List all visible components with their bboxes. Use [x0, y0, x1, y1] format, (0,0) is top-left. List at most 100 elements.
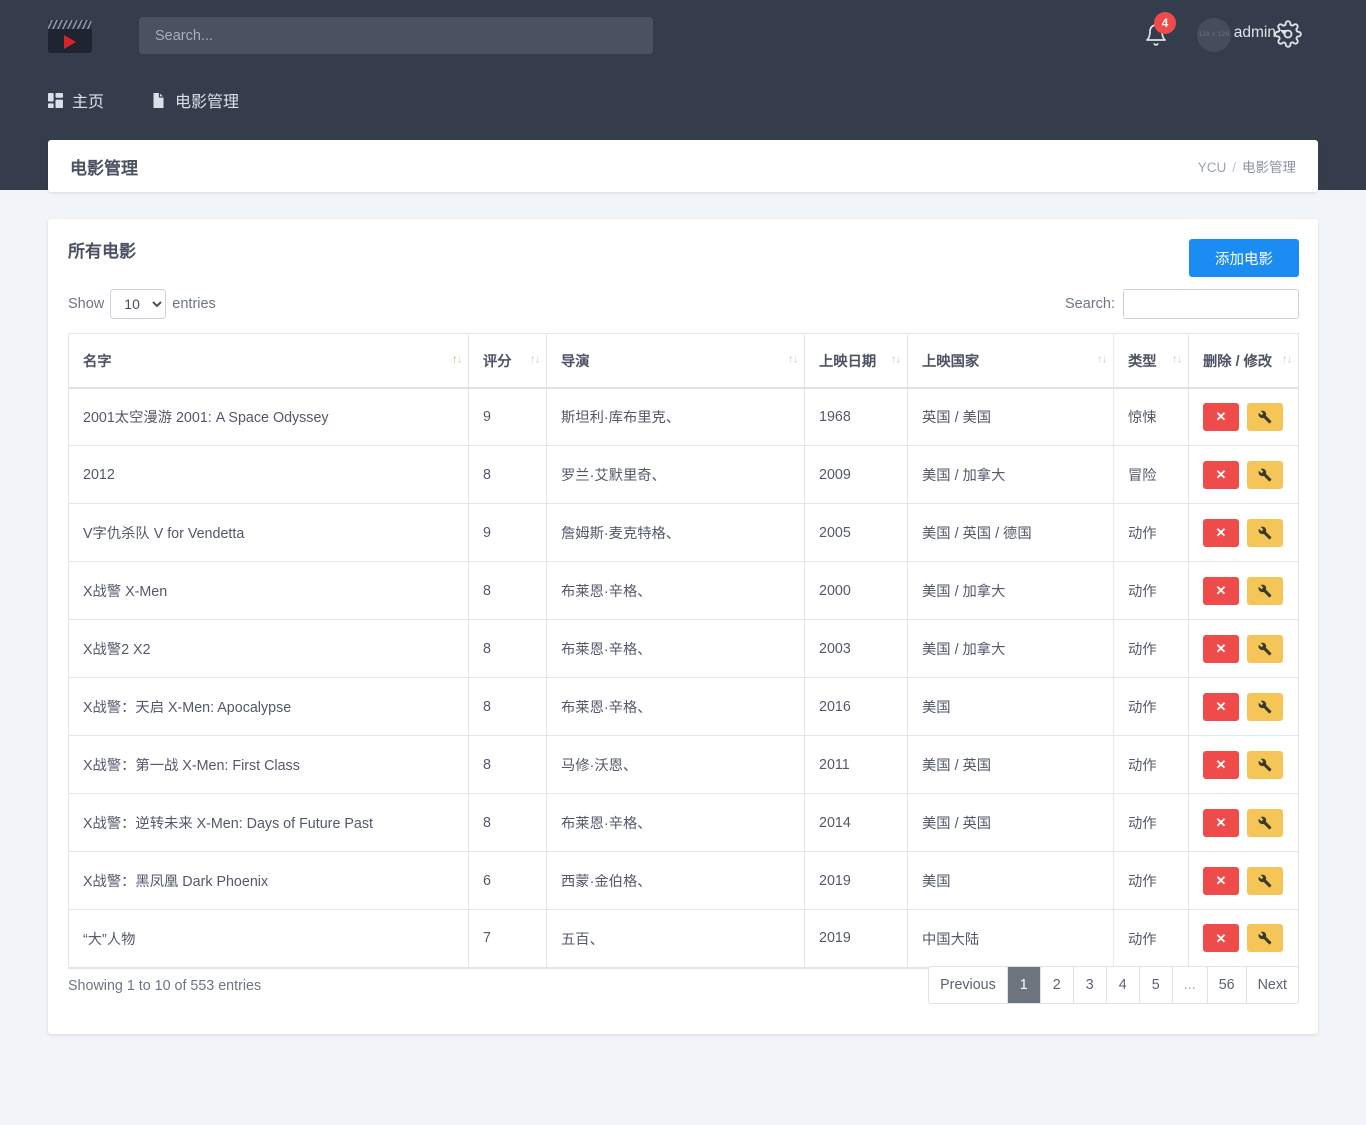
- table-header-cell-6[interactable]: 删除 / 修改 ↑↓: [1188, 333, 1299, 389]
- cell-country: 美国: [907, 677, 1114, 736]
- cell-name: X战警2 X2: [68, 619, 469, 678]
- edit-movie-button[interactable]: [1247, 518, 1283, 547]
- edit-movie-button[interactable]: [1247, 460, 1283, 489]
- nav-item-home-label: 主页: [72, 94, 105, 111]
- cell-actions: ✕: [1188, 503, 1299, 562]
- sort-arrows-icon: ↑↓: [530, 353, 540, 366]
- table-row: V字仇杀队 V for Vendetta 9 詹姆斯·麦克特格、 2005 美国 / 英…: [68, 503, 1299, 562]
- sort-arrows-icon: ↑↓: [891, 353, 901, 366]
- table-header-cell-0[interactable]: 名字 ↑↓: [68, 333, 469, 389]
- clapperboard-icon[interactable]: [48, 20, 92, 53]
- table-row: X战警 X-Men 8 布莱恩·辛格、 2000 美国 / 加拿大 动作 ✕: [68, 561, 1299, 620]
- table-header-cell-4[interactable]: 上映国家 ↑↓: [907, 333, 1114, 389]
- breadcrumb-separator: /: [1232, 160, 1236, 175]
- nav-item-home[interactable]: 主页: [48, 84, 104, 116]
- settings-button[interactable]: [1274, 20, 1304, 50]
- wrench-icon: [1258, 584, 1272, 597]
- edit-movie-button[interactable]: [1247, 866, 1283, 895]
- delete-movie-button[interactable]: ✕: [1203, 692, 1239, 721]
- pagination-page-2[interactable]: 2: [1040, 967, 1074, 1003]
- delete-movie-button[interactable]: ✕: [1203, 518, 1239, 547]
- cell-genre: 动作: [1113, 851, 1189, 910]
- add-movie-button[interactable]: 添加电影: [1189, 239, 1299, 277]
- edit-movie-button[interactable]: [1247, 576, 1283, 605]
- cell-director: 詹姆斯·麦克特格、: [546, 503, 805, 562]
- table-header-cell-5[interactable]: 类型 ↑↓: [1113, 333, 1189, 389]
- edit-movie-button[interactable]: [1247, 692, 1283, 721]
- cell-actions: ✕: [1188, 735, 1299, 794]
- cell-rating: 9: [468, 503, 547, 562]
- pagination-page-56[interactable]: 56: [1207, 967, 1247, 1003]
- pagination-page-3[interactable]: 3: [1073, 967, 1107, 1003]
- cell-name: X战警 X-Men: [68, 561, 469, 620]
- table-header-cell-3[interactable]: 上映日期 ↑↓: [804, 333, 908, 389]
- cell-country: 美国 / 英国 / 德国: [907, 503, 1114, 562]
- close-x-icon: ✕: [1215, 930, 1227, 946]
- cell-rating: 8: [468, 677, 547, 736]
- table-search-input[interactable]: [1123, 289, 1299, 319]
- cell-rating: 8: [468, 735, 547, 794]
- user-name-label: admin: [1233, 24, 1276, 41]
- cell-name: V字仇杀队 V for Vendetta: [68, 503, 469, 562]
- notifications-button[interactable]: 4: [1140, 12, 1176, 54]
- delete-movie-button[interactable]: ✕: [1203, 634, 1239, 663]
- cell-genre: 动作: [1113, 735, 1189, 794]
- table-row: 2012 8 罗兰·艾默里奇、 2009 美国 / 加拿大 冒险 ✕: [68, 445, 1299, 504]
- cell-name: “大”人物: [68, 909, 469, 969]
- clapperboard-stripes: [48, 20, 92, 29]
- cell-director: 马修·沃恩、: [546, 735, 805, 794]
- pagination-page-5[interactable]: 5: [1139, 967, 1173, 1003]
- pagination-page-1[interactable]: 1: [1007, 967, 1041, 1003]
- edit-movie-button[interactable]: [1247, 808, 1283, 837]
- sort-arrows-icon: ↑↓: [452, 353, 462, 366]
- cell-genre: 动作: [1113, 793, 1189, 852]
- pagination-page-4[interactable]: 4: [1106, 967, 1140, 1003]
- delete-movie-button[interactable]: ✕: [1203, 924, 1239, 953]
- cell-genre: 动作: [1113, 677, 1189, 736]
- delete-movie-button[interactable]: ✕: [1203, 460, 1239, 489]
- table-header-cell-2[interactable]: 导演 ↑↓: [546, 333, 805, 389]
- cell-director: 五百、: [546, 909, 805, 969]
- cell-country: 美国 / 英国: [907, 793, 1114, 852]
- cell-genre: 动作: [1113, 561, 1189, 620]
- cell-date: 2011: [804, 735, 908, 794]
- cell-director: 布莱恩·辛格、: [546, 561, 805, 620]
- nav-item-movie-management[interactable]: 电影管理: [151, 84, 239, 116]
- cell-name: X战警：黑凤凰 Dark Phoenix: [68, 851, 469, 910]
- table-header-label: 上映国家: [922, 353, 980, 370]
- table-header-label: 评分: [483, 353, 512, 370]
- cell-director: 罗兰·艾默里奇、: [546, 445, 805, 504]
- cell-date: 2003: [804, 619, 908, 678]
- cell-rating: 8: [468, 793, 547, 852]
- sort-arrows-icon: ↑↓: [788, 353, 798, 366]
- table-body: 2001太空漫游 2001: A Space Odyssey 9 斯坦利·库布里克、…: [68, 387, 1299, 969]
- edit-movie-button[interactable]: [1247, 634, 1283, 663]
- entries-per-page-select[interactable]: 102550100: [110, 289, 167, 319]
- edit-movie-button[interactable]: [1247, 402, 1283, 431]
- avatar-placeholder-text: 128 x 128: [1198, 32, 1230, 38]
- wrench-icon: [1258, 931, 1272, 945]
- pagination-next-button[interactable]: Next: [1246, 967, 1298, 1003]
- cell-date: 2014: [804, 793, 908, 852]
- table-row: X战警：黑凤凰 Dark Phoenix 6 西蒙·金伯格、 2019 美国 动作 ✕: [68, 851, 1299, 910]
- pagination-ellipsis: ...: [1172, 967, 1208, 1003]
- table-header-cell-1[interactable]: 评分 ↑↓: [468, 333, 547, 389]
- delete-movie-button[interactable]: ✕: [1203, 750, 1239, 779]
- edit-movie-button[interactable]: [1247, 750, 1283, 779]
- delete-movie-button[interactable]: ✕: [1203, 402, 1239, 431]
- search-input[interactable]: [139, 17, 653, 54]
- cell-rating: 6: [468, 851, 547, 910]
- breadcrumb-root[interactable]: YCU: [1198, 160, 1227, 175]
- delete-movie-button[interactable]: ✕: [1203, 808, 1239, 837]
- dashboard-grid-icon: [48, 92, 63, 108]
- pagination-previous-button[interactable]: Previous: [929, 967, 1008, 1003]
- delete-movie-button[interactable]: ✕: [1203, 866, 1239, 895]
- wrench-icon: [1258, 526, 1272, 539]
- delete-movie-button[interactable]: ✕: [1203, 576, 1239, 605]
- breadcrumb: YCU / 电影管理: [1198, 156, 1296, 176]
- edit-movie-button[interactable]: [1247, 924, 1283, 953]
- table-head: 名字 ↑↓ 评分 ↑↓ 导演 ↑↓ 上映日期 ↑↓ 上映国家 ↑↓ 类型 ↑↓ 删除 / 修改 ↑↓: [68, 333, 1299, 389]
- cell-country: 英国 / 美国: [907, 387, 1114, 446]
- avatar[interactable]: 128 x 128: [1197, 18, 1231, 52]
- cell-director: 布莱恩·辛格、: [546, 793, 805, 852]
